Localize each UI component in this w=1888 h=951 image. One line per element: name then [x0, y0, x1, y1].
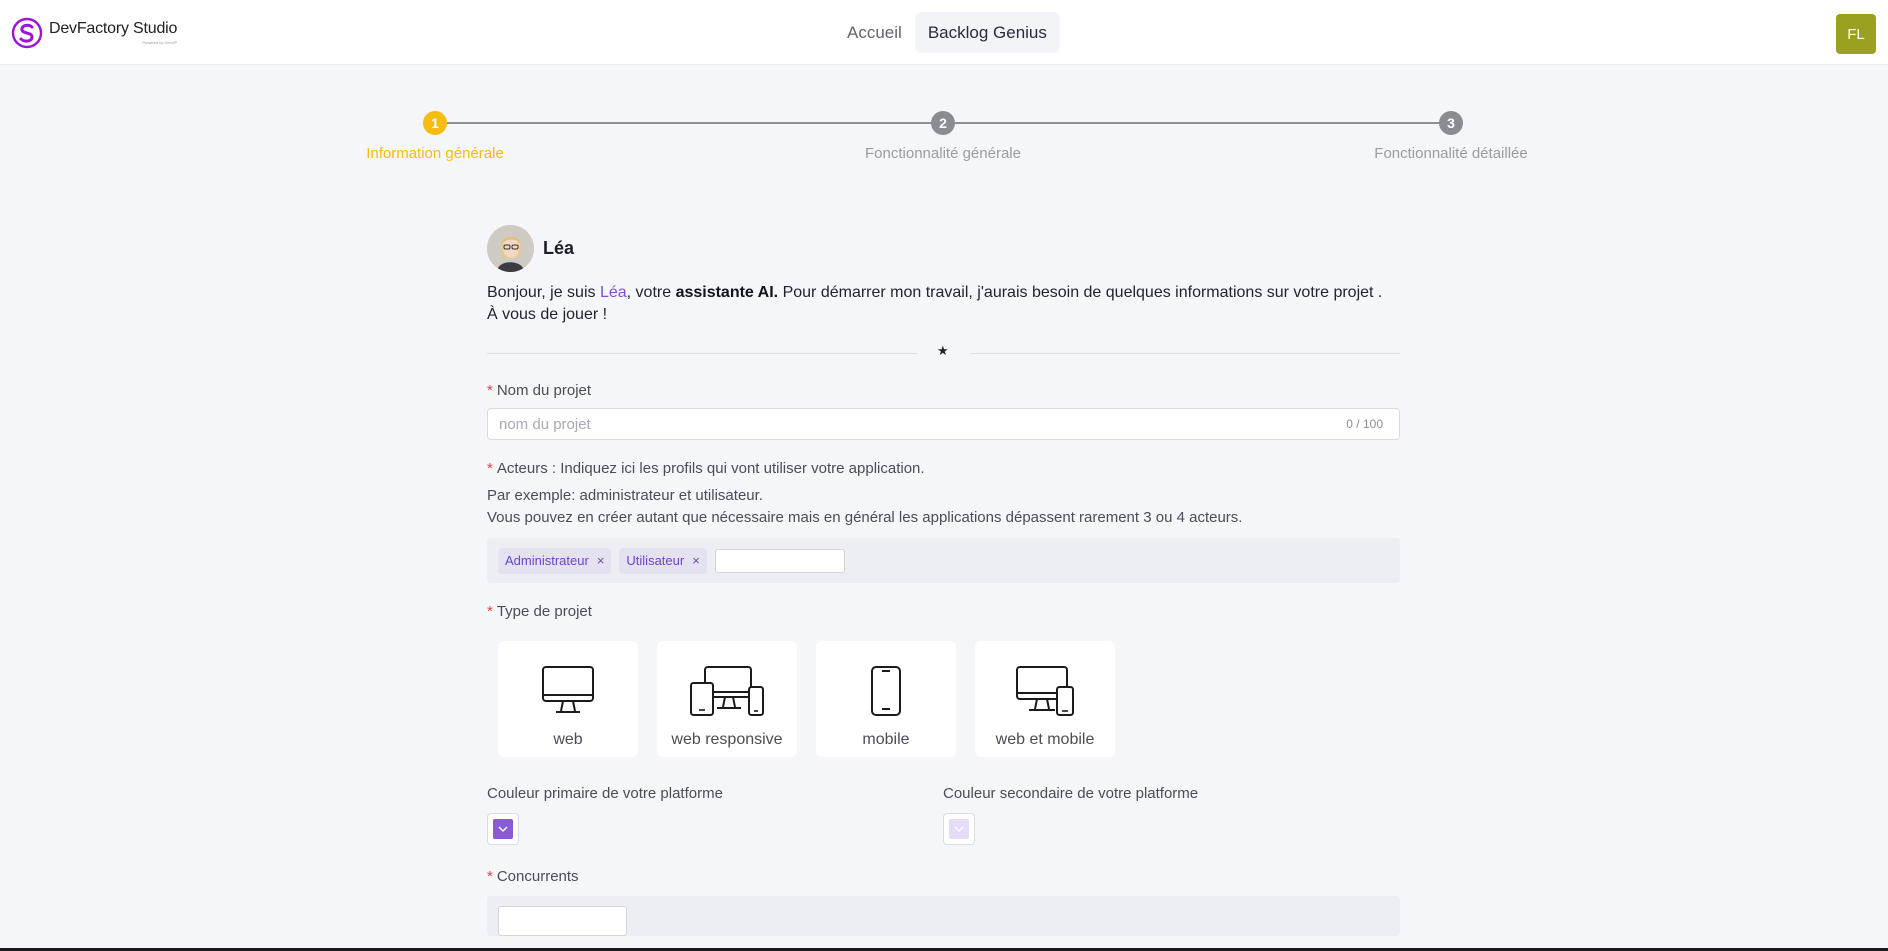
project-type-web-label: web: [553, 731, 583, 748]
assistant-avatar: [487, 225, 534, 272]
step-2-indicator[interactable]: 2: [931, 111, 955, 135]
primary-color-field: Couleur primaire de votre platforme: [487, 785, 943, 845]
remove-tag-icon[interactable]: ×: [692, 553, 700, 568]
project-type-mobile[interactable]: mobile: [816, 641, 956, 757]
platform-colors: Couleur primaire de votre platforme Coul…: [487, 785, 1400, 845]
project-type-web-and-mobile-label: web et mobile: [995, 731, 1095, 748]
secondary-color-swatch: [949, 819, 969, 839]
project-name-counter: 0 / 100: [1346, 417, 1383, 431]
competitors-label: * Concurrents: [487, 868, 579, 885]
section-divider: ★: [487, 343, 1400, 358]
project-type-options: web web responsive mobile web et mobile: [498, 641, 1400, 757]
project-type-web-responsive-label: web responsive: [671, 731, 783, 748]
competitors-input-area[interactable]: [487, 896, 1400, 936]
logo-name: DevFactory Studio: [49, 20, 178, 37]
step-1-label: Information générale: [366, 145, 504, 162]
project-type-field: * Type de projet web web responsive mobi…: [487, 603, 1400, 757]
actor-tag: Utilisateur ×: [619, 547, 707, 574]
assistant-intro: Bonjour, je suis Léa, votre assistante A…: [487, 284, 1383, 323]
project-name-placeholder: nom du projet: [499, 415, 591, 433]
primary-color-picker[interactable]: [487, 813, 519, 845]
nav-accueil[interactable]: Accueil: [834, 12, 915, 53]
project-type-label: * Type de projet: [487, 603, 592, 620]
step-1-indicator[interactable]: 1: [423, 111, 447, 135]
nav-backlog-genius[interactable]: Backlog Genius: [914, 12, 1060, 53]
wizard-stepper: 1 2 3 Information générale Fonctionnalit…: [0, 110, 1888, 170]
desktop-icon: [542, 666, 594, 713]
form-content: Léa Bonjour, je suis Léa, votre assistan…: [487, 225, 1400, 936]
chevron-down-icon: [954, 826, 964, 832]
actors-help-example: Par exemple: administrateur et utilisate…: [487, 487, 763, 504]
main-nav: Accueil Backlog Genius: [834, 12, 1060, 53]
project-type-web-responsive[interactable]: web responsive: [657, 641, 797, 757]
project-name-field: * Nom du projet nom du projet 0 / 100: [487, 382, 1400, 440]
actors-label: * Acteurs : Indiquez ici les profils qui …: [487, 460, 925, 477]
new-actor-input[interactable]: [714, 548, 845, 573]
project-name-input[interactable]: nom du projet 0 / 100: [487, 408, 1400, 440]
step-2-label: Fonctionnalité générale: [865, 145, 1021, 162]
actors-help-note: Vous pouvez en créer autant que nécessai…: [487, 509, 1243, 526]
project-type-mobile-label: mobile: [862, 731, 910, 748]
secondary-color-field: Couleur secondaire de votre platforme: [943, 785, 1399, 845]
user-avatar[interactable]: FL: [1836, 14, 1876, 54]
step-connector: [447, 122, 943, 124]
actor-tag: Administrateur ×: [498, 547, 612, 574]
assistant-name: Léa: [543, 238, 575, 258]
primary-color-swatch: [493, 819, 513, 839]
secondary-color-picker[interactable]: [943, 813, 975, 845]
chevron-down-icon: [498, 826, 508, 832]
remove-tag-icon[interactable]: ×: [597, 553, 605, 568]
mobile-icon: [871, 666, 901, 716]
logo-tagline: Powered by DevUP: [142, 40, 178, 45]
top-navbar: DevFactory Studio Powered by DevUP Accue…: [0, 0, 1888, 65]
multi-device-icon: [690, 666, 764, 716]
star-icon: ★: [937, 343, 949, 358]
step-3-label: Fonctionnalité détaillée: [1374, 145, 1528, 162]
desktop-mobile-icon: [1016, 666, 1074, 716]
actors-tags-input[interactable]: Administrateur × Utilisateur ×: [487, 538, 1400, 583]
primary-color-label: Couleur primaire de votre platforme: [487, 785, 723, 802]
assistant-intro-cta: À vous de jouer !: [487, 306, 608, 323]
devfactory-logo-icon: [11, 17, 43, 49]
assistant-header: Léa: [487, 225, 1400, 272]
project-type-web[interactable]: web: [498, 641, 638, 757]
assistant-name-highlight: Léa: [599, 284, 627, 301]
project-type-web-and-mobile[interactable]: web et mobile: [975, 641, 1115, 757]
logo[interactable]: DevFactory Studio Powered by DevUP: [11, 16, 177, 50]
competitors-field: * Concurrents: [487, 868, 1400, 936]
step-3-indicator[interactable]: 3: [1439, 111, 1463, 135]
competitor-input[interactable]: [498, 906, 627, 936]
step-connector: [955, 122, 1451, 124]
project-name-label: * Nom du projet: [487, 382, 592, 399]
secondary-color-label: Couleur secondaire de votre platforme: [943, 785, 1199, 802]
actors-field: * Acteurs : Indiquez ici les profils qui …: [487, 460, 1400, 583]
